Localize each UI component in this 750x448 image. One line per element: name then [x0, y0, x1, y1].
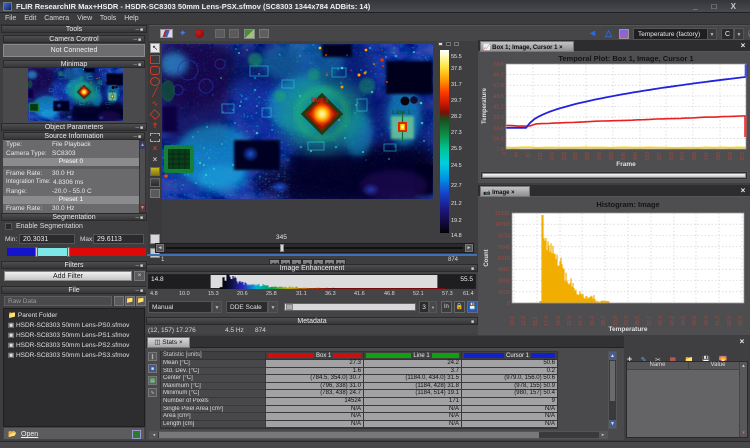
svg-text:Temperature: Temperature	[609, 326, 648, 333]
svg-text:Count: Count	[484, 249, 490, 266]
svg-text:74.8: 74.8	[493, 62, 504, 68]
svg-text:49.5: 49.5	[493, 94, 504, 100]
svg-text:Line 1: Line 1	[392, 109, 411, 116]
svg-text:785: 785	[716, 152, 722, 161]
svg-text:262: 262	[573, 152, 579, 161]
svg-text:26.4: 26.4	[590, 316, 596, 326]
svg-text:12.9: 12.9	[521, 316, 527, 326]
svg-text:741: 741	[704, 152, 710, 161]
svg-text:174: 174	[550, 152, 556, 161]
svg-text:10703: 10703	[495, 222, 510, 228]
svg-text:24.2: 24.2	[578, 316, 584, 326]
svg-text:Frame: Frame	[616, 161, 636, 168]
svg-text:Temperature: Temperature	[482, 87, 488, 124]
svg-text:305: 305	[585, 152, 591, 161]
svg-text:12232: 12232	[495, 211, 510, 217]
svg-text:66.1: 66.1	[493, 73, 504, 79]
svg-text:16.2: 16.2	[493, 136, 504, 142]
svg-text:872: 872	[740, 152, 746, 161]
svg-text:44.5: 44.5	[681, 316, 687, 326]
svg-text:44: 44	[514, 152, 520, 158]
svg-text:87: 87	[526, 152, 532, 158]
svg-text:0: 0	[502, 152, 508, 155]
svg-text:0: 0	[507, 301, 510, 307]
svg-text:698: 698	[692, 152, 698, 161]
svg-text:4587: 4587	[498, 267, 510, 273]
svg-text:57.8: 57.8	[493, 83, 504, 89]
svg-text:21.9: 21.9	[567, 316, 573, 326]
svg-text:480: 480	[633, 152, 639, 161]
svg-text:436: 436	[621, 152, 627, 161]
svg-text:523: 523	[645, 152, 651, 161]
svg-text:Box 1: Box 1	[311, 97, 329, 104]
svg-text:654: 654	[680, 152, 686, 161]
svg-text:28.7: 28.7	[601, 316, 607, 326]
svg-text:55.8: 55.8	[738, 316, 744, 326]
svg-text:828: 828	[728, 152, 734, 161]
svg-text:19.6: 19.6	[556, 316, 562, 326]
svg-text:32.9: 32.9	[493, 115, 504, 121]
svg-text:9174: 9174	[498, 234, 510, 240]
svg-text:46.8: 46.8	[692, 316, 698, 326]
svg-text:51.3: 51.3	[715, 316, 721, 326]
svg-text:35.5: 35.5	[635, 316, 641, 326]
svg-text:33.2: 33.2	[624, 316, 630, 326]
svg-text:Temporal Plot: Box 1, Image, C: Temporal Plot: Box 1, Image, Cursor 1	[558, 54, 693, 63]
svg-text:1529: 1529	[498, 290, 510, 296]
svg-text:24.6: 24.6	[493, 126, 504, 132]
svg-text:30.9: 30.9	[613, 316, 619, 326]
svg-text:349: 349	[597, 152, 603, 161]
svg-text:15.1: 15.1	[533, 316, 539, 326]
svg-text:567: 567	[657, 152, 663, 161]
svg-text:37.7: 37.7	[647, 316, 653, 326]
svg-text:Histogram: Image: Histogram: Image	[596, 200, 659, 209]
svg-text:6116: 6116	[498, 256, 510, 262]
svg-text:3058: 3058	[498, 279, 510, 285]
svg-text:40.0: 40.0	[658, 316, 664, 326]
svg-text:49.0: 49.0	[704, 316, 710, 326]
svg-text:610: 610	[669, 152, 675, 161]
svg-text:7645: 7645	[498, 245, 510, 251]
svg-text:392: 392	[609, 152, 615, 161]
svg-text:42.2: 42.2	[670, 316, 676, 326]
svg-text:53.5: 53.5	[727, 316, 733, 326]
svg-text:131: 131	[538, 152, 544, 161]
svg-text:218: 218	[562, 152, 568, 161]
svg-text:17.4: 17.4	[544, 316, 550, 326]
svg-text:41.2: 41.2	[493, 105, 504, 111]
svg-text:10.6: 10.6	[510, 316, 516, 326]
